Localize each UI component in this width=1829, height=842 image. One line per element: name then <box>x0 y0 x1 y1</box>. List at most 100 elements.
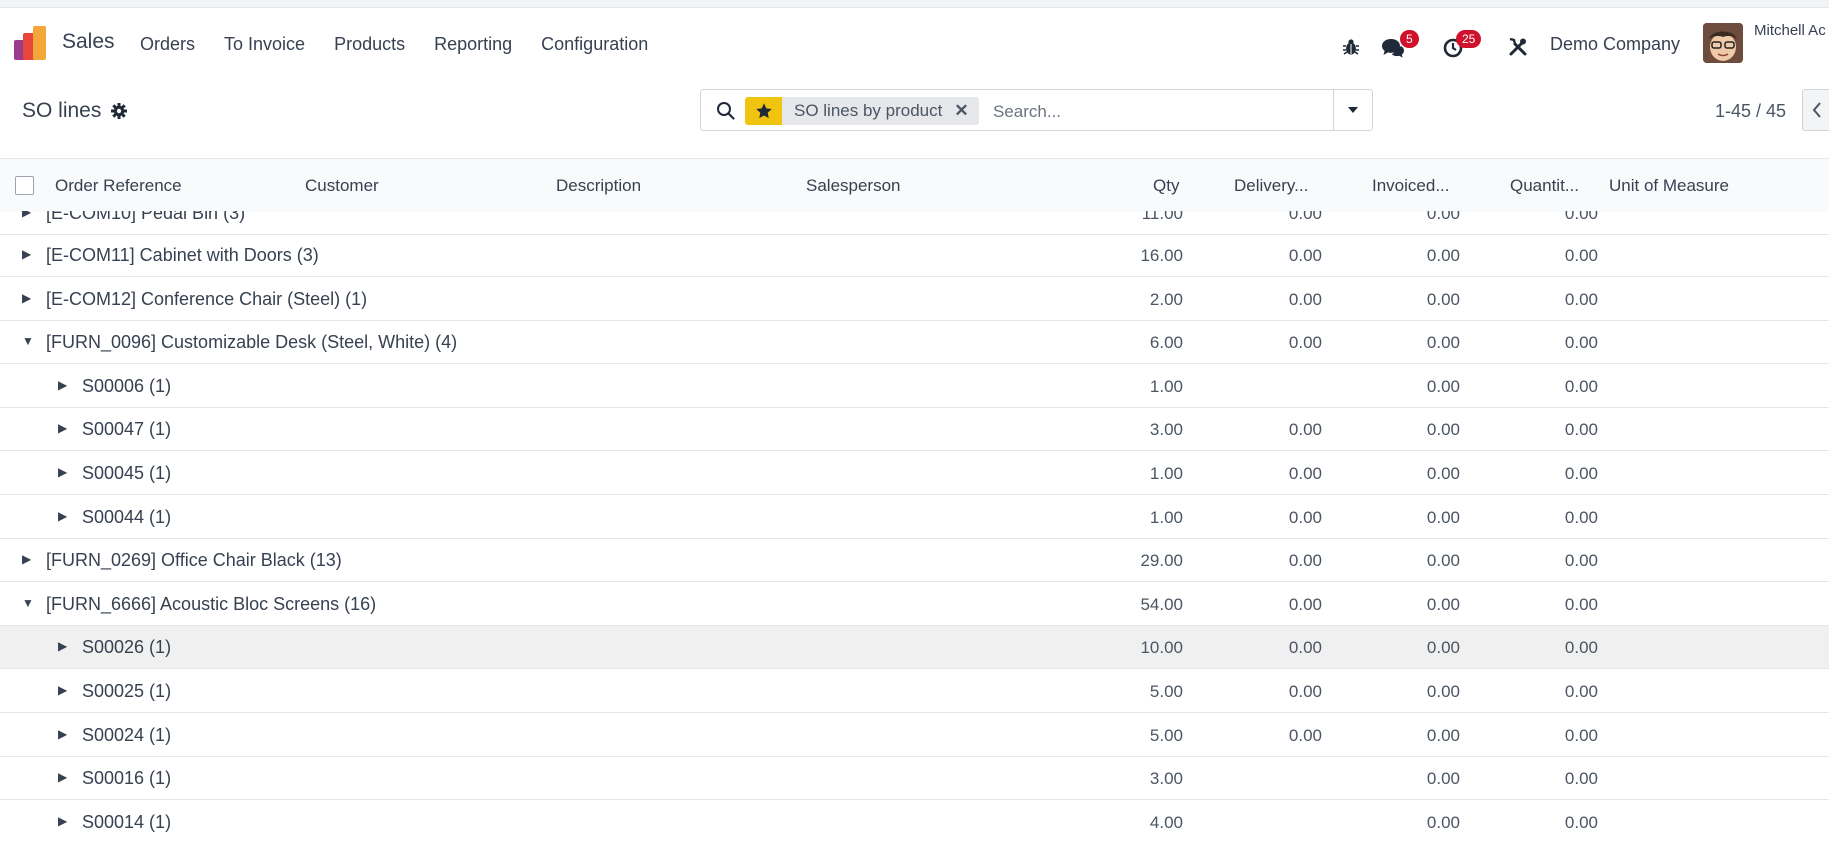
menu-item-products[interactable]: Products <box>334 34 405 55</box>
group-row[interactable]: ▶ [FURN_0269] Office Chair Black (13) 29.0… <box>0 539 1829 583</box>
group-row[interactable]: ▶ [E-COM11] Cabinet with Doors (3) 16.00 0.… <box>0 234 1829 277</box>
search-input[interactable] <box>991 99 1335 125</box>
qty-value: 3.00 <box>1149 420 1183 440</box>
qty-value: 10.00 <box>1140 638 1183 658</box>
qty-value: 16.00 <box>1140 246 1183 265</box>
main-menu: Orders To Invoice Products Reporting Configu… <box>140 34 677 55</box>
company-switcher[interactable]: Demo Company <box>1550 34 1680 55</box>
qty-value: 1.00 <box>1149 376 1183 396</box>
to-invoice-value: 0.00 <box>1564 376 1598 396</box>
invoiced-value: 0.00 <box>1426 638 1460 658</box>
group-row[interactable]: ▼ [FURN_6666] Acoustic Bloc Screens (16) 5… <box>0 583 1829 626</box>
pager-previous-button[interactable] <box>1802 89 1829 131</box>
pager-value[interactable]: 1-45 / 45 <box>1715 101 1786 122</box>
caret-right-icon[interactable]: ▶ <box>58 509 67 523</box>
qty-value: 5.00 <box>1149 682 1183 701</box>
column-salesperson[interactable]: Salesperson <box>806 176 901 196</box>
group-label: S00045 (1) <box>82 463 172 483</box>
group-label: S00006 (1) <box>82 375 172 396</box>
chevron-left-icon <box>1812 102 1821 118</box>
group-row[interactable]: ▶ [E-COM10] Pedal Bin (3) 11.00 0.00 0.00 0.0… <box>0 211 1829 235</box>
group-row[interactable]: ▼ [FURN_0096] Customizable Desk (Steel, W… <box>0 321 1829 365</box>
column-description[interactable]: Description <box>556 176 641 196</box>
caret-down-icon <box>1348 107 1358 113</box>
column-unit-of-measure[interactable]: Unit of Measure <box>1609 176 1729 196</box>
caret-right-icon[interactable]: ▶ <box>58 421 67 435</box>
activities-button[interactable]: 25 <box>1443 30 1482 63</box>
qty-value: 11.00 <box>1141 211 1183 223</box>
table-header: Order Reference Customer Description Sal… <box>0 158 1829 212</box>
menu-item-reporting[interactable]: Reporting <box>434 34 512 55</box>
activities-badge: 25 <box>1456 30 1482 48</box>
page-title: SO lines <box>22 99 102 122</box>
caret-right-icon[interactable]: ▶ <box>22 291 31 305</box>
subgroup-row[interactable]: ▶ S00014 (1) 4.00 0.00 0.00 <box>0 801 1829 842</box>
messages-button[interactable]: 5 <box>1381 30 1419 63</box>
qty-value: 6.00 <box>1149 333 1183 353</box>
caret-right-icon[interactable]: ▶ <box>58 639 67 653</box>
select-all-checkbox[interactable] <box>15 176 34 195</box>
column-delivered[interactable]: Delivery... <box>1234 176 1308 196</box>
subgroup-row[interactable]: ▶ S00006 (1) 1.00 0.00 0.00 <box>0 365 1829 408</box>
facet-remove-icon[interactable]: ✕ <box>954 97 968 125</box>
column-order-reference[interactable]: Order Reference <box>55 176 182 196</box>
subgroup-row[interactable]: ▶ S00045 (1) 1.00 0.00 0.00 0.00 <box>0 452 1829 495</box>
search-icon[interactable] <box>716 101 735 120</box>
menu-item-configuration[interactable]: Configuration <box>541 34 648 55</box>
subgroup-row[interactable]: ▶ S00024 (1) 5.00 0.00 0.00 0.00 <box>0 714 1829 757</box>
to-invoice-value: 0.00 <box>1564 769 1598 789</box>
group-label: [E-COM12] Conference Chair (Steel) (1) <box>46 288 368 309</box>
subgroup-row[interactable]: ▶ S00047 (1) 3.00 0.00 0.00 0.00 <box>0 408 1829 452</box>
delivered-value: 0.00 <box>1288 333 1322 353</box>
column-invoiced[interactable]: Invoiced... <box>1372 176 1450 196</box>
subgroup-row[interactable]: ▶ S00044 (1) 1.00 0.00 0.00 0.00 <box>0 496 1829 539</box>
subgroup-row[interactable]: ▶ S00016 (1) 3.00 0.00 0.00 <box>0 757 1829 801</box>
top-border <box>0 0 1829 8</box>
caret-right-icon[interactable]: ▶ <box>58 770 67 784</box>
group-label: S00044 (1) <box>82 506 172 527</box>
app-name[interactable]: Sales <box>62 30 115 54</box>
to-invoice-value: 0.00 <box>1564 551 1598 571</box>
invoiced-value: 0.00 <box>1426 812 1460 832</box>
caret-down-icon[interactable]: ▼ <box>22 596 34 610</box>
caret-right-icon[interactable]: ▶ <box>22 211 31 219</box>
caret-right-icon[interactable]: ▶ <box>58 465 67 479</box>
caret-right-icon[interactable]: ▶ <box>58 378 67 392</box>
delivered-value: 0.00 <box>1288 289 1322 309</box>
column-to-invoice[interactable]: Quantit... <box>1510 176 1579 196</box>
column-customer[interactable]: Customer <box>305 176 379 196</box>
to-invoice-value: 0.00 <box>1564 289 1598 309</box>
to-invoice-value: 0.00 <box>1564 682 1598 701</box>
invoiced-value: 0.00 <box>1426 246 1460 265</box>
menu-item-to-invoice[interactable]: To Invoice <box>224 34 305 55</box>
subgroup-row[interactable]: ▶ S00026 (1) 10.00 0.00 0.00 0.00 <box>0 626 1829 670</box>
column-qty[interactable]: Qty <box>1153 176 1179 196</box>
delivered-value: 0.00 <box>1288 420 1322 440</box>
user-name[interactable]: Mitchell Ac <box>1754 22 1826 39</box>
invoiced-value: 0.00 <box>1426 682 1460 701</box>
bug-icon[interactable] <box>1342 38 1360 56</box>
delivered-value: 0.00 <box>1288 682 1322 701</box>
menu-item-orders[interactable]: Orders <box>140 34 195 55</box>
qty-value: 29.00 <box>1140 551 1183 571</box>
caret-right-icon[interactable]: ▶ <box>58 814 67 828</box>
avatar[interactable] <box>1703 23 1743 63</box>
caret-right-icon[interactable]: ▶ <box>58 683 67 697</box>
caret-down-icon[interactable]: ▼ <box>22 334 34 348</box>
caret-right-icon[interactable]: ▶ <box>22 247 31 261</box>
invoiced-value: 0.00 <box>1426 211 1460 223</box>
search-bar: SO lines by product ✕ <box>700 89 1373 131</box>
subgroup-row[interactable]: ▶ S00025 (1) 5.00 0.00 0.00 0.00 <box>0 670 1829 713</box>
gear-icon[interactable] <box>110 102 128 120</box>
group-row[interactable]: ▶ [E-COM12] Conference Chair (Steel) (1) 2… <box>0 278 1829 321</box>
invoiced-value: 0.00 <box>1426 551 1460 571</box>
qty-value: 2.00 <box>1149 289 1183 309</box>
caret-right-icon[interactable]: ▶ <box>22 552 31 566</box>
caret-right-icon[interactable]: ▶ <box>58 727 67 741</box>
favorite-star-icon <box>745 97 782 125</box>
qty-value: 1.00 <box>1149 507 1183 527</box>
sales-app-logo[interactable] <box>14 26 50 60</box>
tools-icon[interactable] <box>1508 37 1528 57</box>
search-facet: SO lines by product ✕ <box>745 97 979 125</box>
search-options-toggle[interactable] <box>1333 90 1372 130</box>
